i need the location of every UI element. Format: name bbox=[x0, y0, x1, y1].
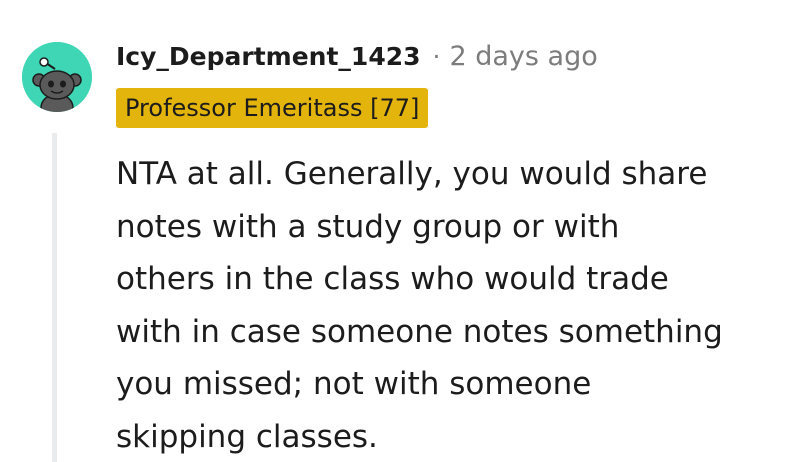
thread-line[interactable] bbox=[52, 133, 57, 462]
user-flair: Professor Emeritass [77] bbox=[116, 88, 429, 128]
comment-body-line: NTA at all. Generally, you would share bbox=[116, 156, 708, 192]
comment-body-line: you missed; not with someone bbox=[116, 366, 592, 402]
comment-body-line: notes with a study group or with bbox=[116, 208, 620, 245]
user-avatar[interactable] bbox=[22, 42, 92, 112]
comment-body: NTA at all. Generally, you would share n… bbox=[116, 148, 786, 462]
reddit-snoo-icon bbox=[22, 42, 92, 112]
comment-body-line: skipping classes. bbox=[116, 418, 378, 455]
comment-timestamp[interactable]: 2 days ago bbox=[449, 41, 597, 72]
comment-body-line: with in case someone notes something bbox=[116, 313, 723, 350]
username-link[interactable]: Icy_Department_1423 bbox=[116, 42, 421, 71]
comment-body-line: others in the class who would trade bbox=[116, 261, 669, 297]
comment-header: Icy_Department_1423 · 2 days ago bbox=[116, 38, 598, 74]
meta-separator: · bbox=[432, 41, 441, 71]
